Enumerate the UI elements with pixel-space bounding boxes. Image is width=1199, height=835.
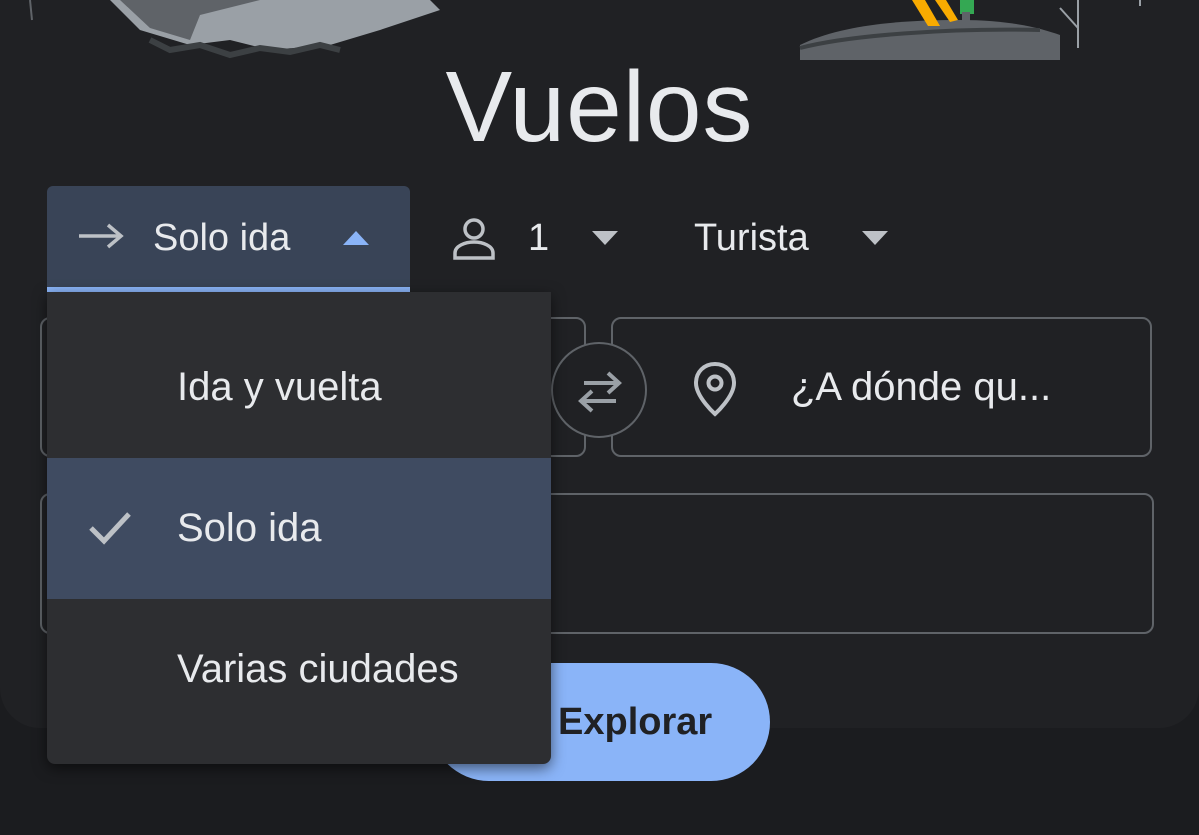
trip-type-menu: Ida y vuelta Solo ida Varias ciudades: [47, 292, 551, 764]
swap-arrows-icon: [578, 371, 622, 413]
location-pin-icon: [693, 361, 737, 417]
swap-button[interactable]: [551, 342, 647, 438]
menu-item-label: Solo ida: [177, 506, 322, 550]
passengers-select[interactable]: 1: [440, 195, 640, 285]
menu-item-round-trip[interactable]: Ida y vuelta: [47, 317, 551, 458]
arrow-right-icon: [79, 223, 124, 249]
menu-item-label: Varias ciudades: [177, 647, 459, 691]
caret-down-icon: [862, 231, 888, 245]
caret-up-icon: [343, 231, 369, 245]
caret-down-icon: [592, 231, 618, 245]
passengers-count: 1: [528, 217, 550, 259]
menu-item-label: Ida y vuelta: [177, 365, 382, 409]
cabin-class-label: Turista: [694, 217, 809, 259]
trip-type-select[interactable]: Solo ida: [47, 186, 410, 292]
check-icon: [89, 512, 131, 545]
destination-field[interactable]: ¿A dónde qu...: [611, 317, 1152, 457]
menu-item-multi-city[interactable]: Varias ciudades: [47, 599, 551, 740]
page-title: Vuelos: [445, 51, 754, 163]
trip-type-label: Solo ida: [153, 217, 291, 259]
destination-placeholder: ¿A dónde qu...: [791, 365, 1052, 409]
person-icon: [453, 218, 495, 260]
flights-screen: Vuelos Solo ida 1 Turista ¿A dónde qu...…: [0, 0, 1199, 835]
menu-item-one-way[interactable]: Solo ida: [47, 458, 551, 599]
cabin-class-select[interactable]: Turista: [672, 195, 912, 285]
explore-button-label: Explorar: [558, 701, 713, 743]
